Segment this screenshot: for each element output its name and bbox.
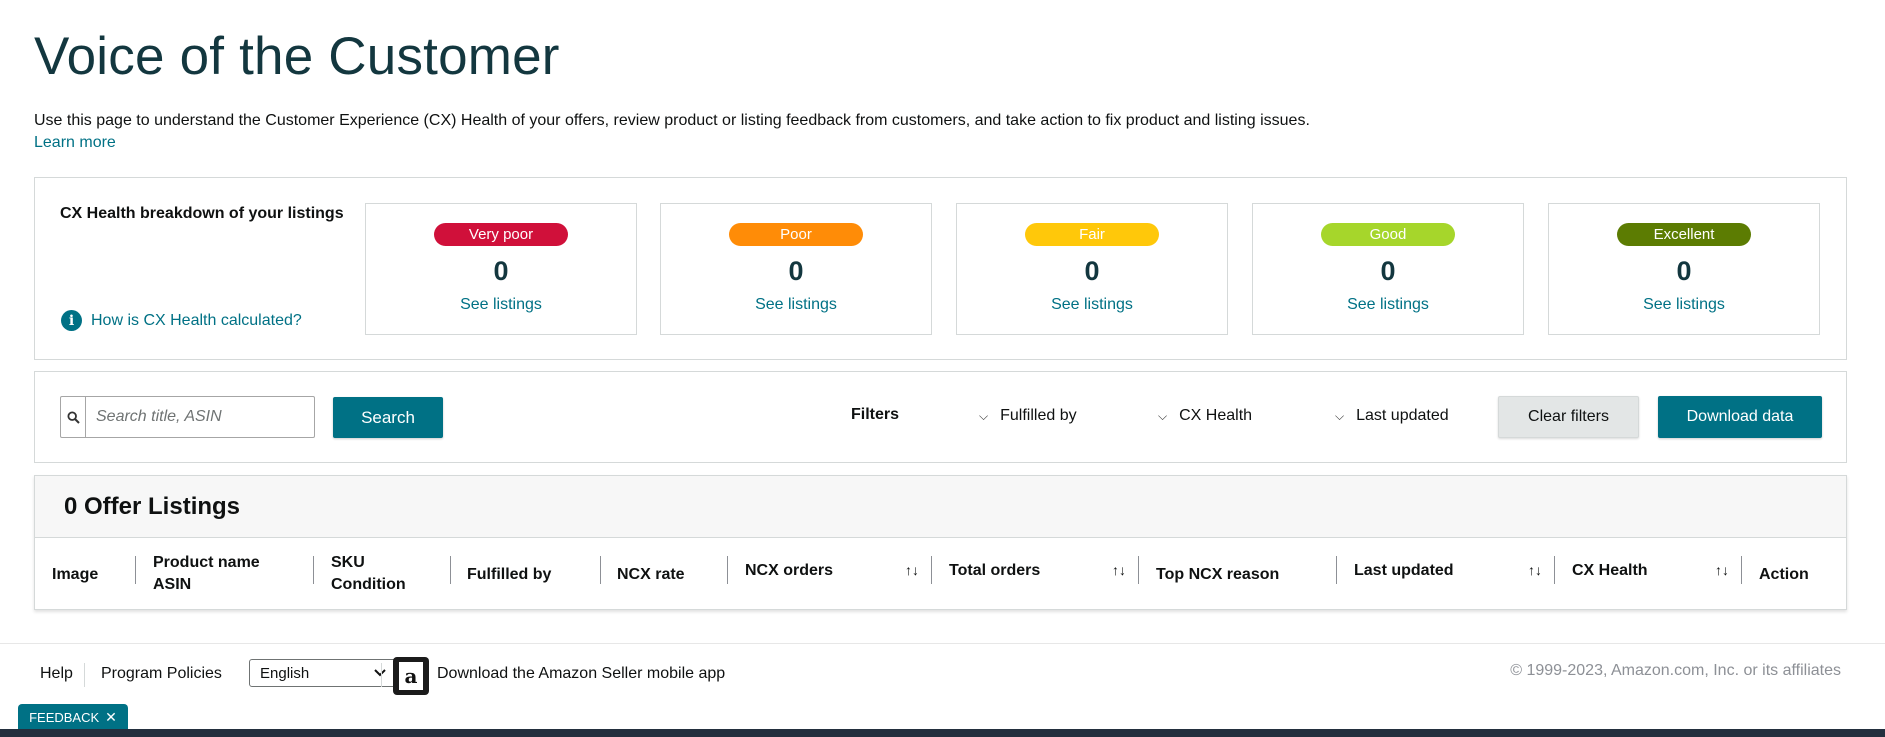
cx-card-good: Good 0 See listings: [1252, 203, 1524, 335]
see-listings-poor[interactable]: See listings: [661, 296, 931, 314]
language-select-value: English: [260, 664, 310, 682]
listings-title: 0 Offer Listings: [64, 493, 241, 520]
sort-last-updated-icon[interactable]: ↑↓: [1528, 562, 1542, 578]
cx-card-poor: Poor 0 See listings: [660, 203, 932, 335]
see-listings-very-poor[interactable]: See listings: [366, 296, 636, 314]
cx-badge-excellent: Excellent: [1617, 223, 1751, 246]
learn-more-link[interactable]: Learn more: [34, 134, 116, 152]
cx-count-fair: 0: [1084, 256, 1100, 286]
column-divider: [727, 556, 728, 584]
cx-health-dropdown[interactable]: ⌵ CX Health: [1158, 407, 1252, 425]
see-listings-excellent[interactable]: See listings: [1549, 296, 1819, 314]
cx-health-info-label: How is CX Health calculated?: [91, 311, 302, 329]
column-divider: [135, 556, 136, 584]
cx-count-excellent: 0: [1676, 256, 1692, 286]
footer-program-policies-link[interactable]: Program Policies: [101, 665, 222, 683]
close-icon[interactable]: ✕: [105, 709, 117, 726]
chevron-down-icon: ⌵: [979, 408, 989, 423]
col-cx-health: CX Health: [1572, 562, 1648, 579]
chevron-down-icon: ⌵: [1158, 408, 1168, 423]
col-action: Action: [1759, 566, 1809, 583]
col-sku: SKU Condition: [331, 552, 406, 596]
clear-filters-button[interactable]: Clear filters: [1498, 396, 1639, 438]
feedback-label: FEEDBACK: [29, 709, 100, 725]
cx-health-info-link[interactable]: i How is CX Health calculated?: [61, 310, 302, 331]
sort-cx-health-icon[interactable]: ↑↓: [1715, 562, 1729, 578]
col-product-name: Product name ASIN: [153, 552, 260, 596]
last-updated-dropdown[interactable]: ⌵ Last updated: [1335, 407, 1449, 425]
cx-card-very-poor: Very poor 0 See listings: [365, 203, 637, 335]
feedback-button[interactable]: FEEDBACK ✕: [18, 704, 128, 730]
footer-separator: [381, 663, 382, 687]
col-sku-label: SKU: [331, 554, 365, 571]
column-divider: [450, 556, 451, 584]
footer-divider: [0, 643, 1885, 644]
cx-count-very-poor: 0: [493, 256, 509, 286]
col-ncx-rate: NCX rate: [617, 566, 685, 583]
bottom-bar: [0, 729, 1885, 737]
col-condition-label: Condition: [331, 576, 406, 593]
chevron-down-icon: ⌵: [1335, 408, 1345, 423]
col-ncx-orders: NCX orders: [745, 562, 834, 579]
cx-count-poor: 0: [788, 256, 804, 286]
page-description: Use this page to understand the Customer…: [34, 112, 1310, 129]
col-fulfilled-by: Fulfilled by: [467, 566, 552, 583]
cx-health-heading: CX Health breakdown of your listings: [60, 205, 344, 222]
chevron-down-icon: [374, 666, 386, 680]
column-divider: [931, 556, 932, 584]
filter-bar: Search Filters ⌵ Fulfilled by ⌵ CX Healt…: [34, 371, 1847, 463]
footer-help-link[interactable]: Help: [40, 665, 73, 683]
column-divider: [1138, 556, 1139, 584]
col-image: Image: [52, 566, 99, 583]
sort-ncx-orders-icon[interactable]: ↑↓: [905, 562, 919, 578]
sort-total-orders-icon[interactable]: ↑↓: [1112, 562, 1126, 578]
info-icon: i: [61, 310, 82, 331]
cx-card-excellent: Excellent 0 See listings: [1548, 203, 1820, 335]
search-input[interactable]: [86, 397, 314, 437]
listings-header: 0 Offer Listings: [35, 476, 1846, 538]
cx-card-fair: Fair 0 See listings: [956, 203, 1228, 335]
col-last-updated: Last updated: [1354, 562, 1454, 579]
search-box: [60, 396, 315, 438]
col-asin-label: ASIN: [153, 576, 192, 593]
cx-badge-fair: Fair: [1025, 223, 1159, 246]
see-listings-fair[interactable]: See listings: [957, 296, 1227, 314]
amazon-seller-app-icon: a: [393, 657, 429, 695]
column-divider: [1554, 556, 1555, 584]
column-divider: [313, 556, 314, 584]
footer: Help Program Policies English a Download…: [0, 643, 1885, 737]
seller-app-download-link[interactable]: Download the Amazon Seller mobile app: [437, 665, 725, 683]
col-product-name-label: Product name: [153, 554, 260, 571]
cx-health-dropdown-label: CX Health: [1179, 407, 1253, 424]
column-divider: [600, 556, 601, 584]
col-top-ncx-reason: Top NCX reason: [1156, 566, 1280, 583]
cx-badge-poor: Poor: [729, 223, 863, 246]
see-listings-good[interactable]: See listings: [1253, 296, 1523, 314]
download-data-button[interactable]: Download data: [1658, 396, 1822, 438]
cx-badge-very-poor: Very poor: [434, 223, 568, 246]
search-button[interactable]: Search: [333, 397, 443, 438]
fulfilled-by-dropdown[interactable]: ⌵ Fulfilled by: [979, 407, 1077, 425]
column-divider: [1336, 556, 1337, 584]
footer-separator: [84, 663, 85, 687]
last-updated-dropdown-label: Last updated: [1356, 407, 1449, 424]
column-divider: [1741, 556, 1742, 584]
cx-badge-good: Good: [1321, 223, 1455, 246]
fulfilled-by-dropdown-label: Fulfilled by: [1000, 407, 1077, 424]
language-select[interactable]: English: [249, 659, 397, 687]
search-icon: [61, 397, 86, 437]
col-total-orders: Total orders: [949, 562, 1041, 579]
filters-label: Filters: [851, 406, 900, 423]
page-title: Voice of the Customer: [34, 27, 560, 86]
offer-listings-table: 0 Offer Listings Image Product name ASIN…: [34, 475, 1847, 610]
cx-health-panel: CX Health breakdown of your listings i H…: [34, 177, 1847, 360]
cx-count-good: 0: [1380, 256, 1396, 286]
copyright-text: © 1999-2023, Amazon.com, Inc. or its aff…: [1510, 662, 1841, 679]
